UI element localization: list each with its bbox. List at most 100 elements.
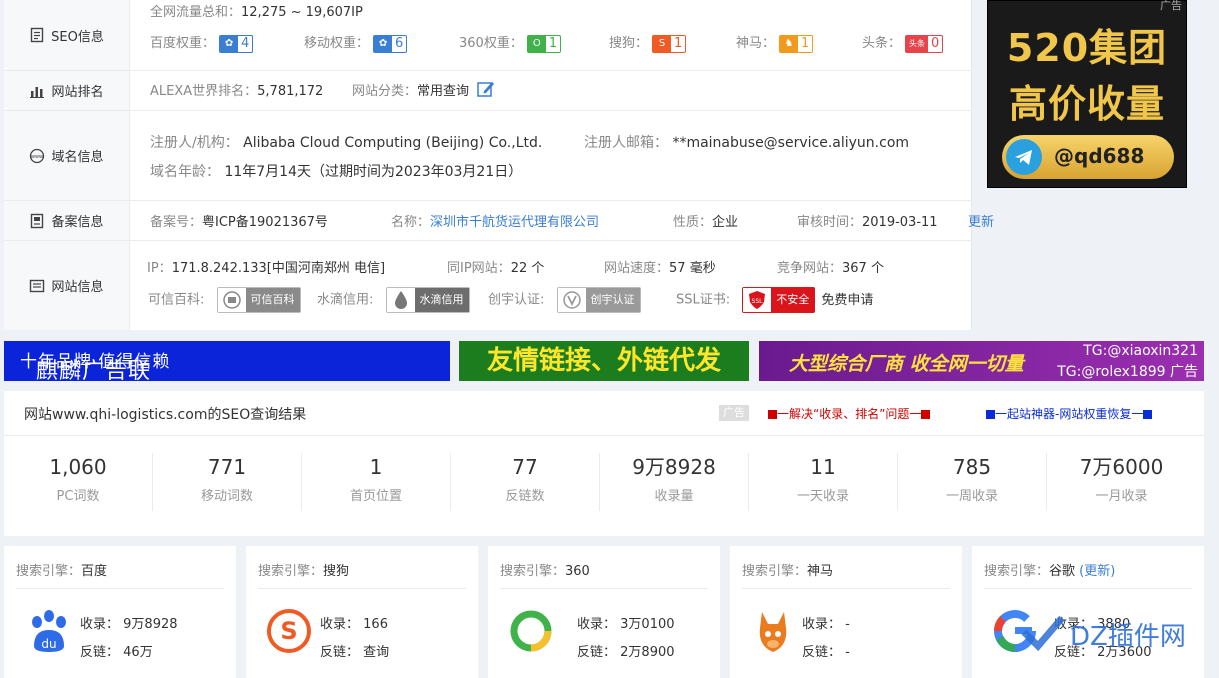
google-update-link[interactable]: (更新) (1079, 564, 1115, 579)
svg-text:www: www (31, 154, 43, 160)
edit-icon[interactable] (477, 80, 495, 98)
chuangyu-badge[interactable]: 创宇认证 (556, 287, 641, 313)
stat-indexed[interactable]: 9万8928 收录量 (600, 453, 749, 511)
row-label-seo: SEO信息 (4, 0, 130, 70)
stat-month-indexed[interactable]: 7万6000 一月收录 (1047, 453, 1196, 511)
icp-date: 审核时间：2019-03-11 (797, 211, 938, 230)
icp-row: 备案信息 备案号：粤ICP备19021367号 名称：深圳市千航货运代理有限公司… (4, 201, 994, 241)
telegram-icon (1006, 139, 1042, 175)
blue-link-text: 一起站神器-网站权重恢复一 (995, 407, 1144, 421)
engine-prefix: 搜索引擎： (16, 564, 82, 579)
sogou-weight[interactable]: 搜狗： S 1 (609, 32, 687, 53)
360-weight-badge[interactable]: O1 (526, 34, 562, 53)
row-label-text: 域名信息 (51, 150, 104, 165)
row-label-text: 网站排名 (51, 85, 104, 100)
ad-520-group[interactable]: 广告 520集团 高价收量 @qd688 (987, 0, 1187, 188)
blue-ad-link[interactable]: 一起站神器-网站权重恢复一 (986, 405, 1153, 422)
toutiao-weight[interactable]: 头条： 头条 0 (862, 32, 944, 53)
stat-pc-words[interactable]: 1,060 PC词数 (4, 453, 153, 511)
seo-result-header: 网站www.qhi-logistics.com的SEO查询结果 广告 一解决“收… (4, 391, 1204, 436)
backlinks-value: 2万8900 (620, 645, 675, 660)
stat-mobile-words[interactable]: 771 移动词数 (153, 453, 302, 511)
stat-backlinks[interactable]: 77 反链数 (451, 453, 600, 511)
weight-value: 4 (241, 36, 250, 51)
row-label-text: 网站信息 (51, 280, 104, 295)
weight-label: 移动权重： (304, 36, 370, 51)
seo-result-panel: 网站www.qhi-logistics.com的SEO查询结果 广告 一解决“收… (4, 391, 1204, 536)
ssl-badge-text: 不安全 (771, 288, 815, 312)
icp-name: 名称：深圳市千航货运代理有限公司 (391, 211, 599, 230)
banner3-left: 大型综合厂商 收全网一切量 (789, 353, 1024, 375)
red-ad-link[interactable]: 一解决“收录、排名”问题一 (768, 405, 931, 422)
toutiao-weight-badge[interactable]: 头条 0 (905, 34, 944, 53)
backlinks-value: - (845, 645, 850, 660)
shenma-weight[interactable]: 神马： ♞ 1 (736, 32, 814, 53)
stat-label: 一周收录 (945, 489, 998, 504)
stat-day-indexed[interactable]: 11 一天收录 (749, 453, 898, 511)
banner3-tg1: TG:@xiaoxin321 (1083, 343, 1198, 359)
dz-watermark-text: DZ插件网 (1070, 622, 1186, 652)
stat-number: 785 (952, 455, 992, 479)
icp-date-label: 审核时间： (797, 215, 863, 230)
engine-indexed: 收录： 9万8928 (80, 613, 178, 632)
indexed-label: 收录： (577, 617, 617, 632)
svg-text:S: S (280, 617, 297, 645)
stat-number: 77 (512, 455, 538, 479)
backlinks-value[interactable]: 查询 (363, 645, 389, 660)
weight-label: 360权重： (459, 36, 523, 51)
site-row: 网站信息 IP：171.8.242.133[中国河南郑州 电信] 同IP网站：2… (4, 241, 971, 330)
mobile-weight-badge[interactable]: ✿ 6 (373, 34, 408, 53)
backlinks-value: 46万 (123, 645, 153, 660)
chuangyu-cert: 创宇认证: 创宇认证 (488, 287, 641, 313)
icp-company-link[interactable]: 深圳市千航货运代理有限公司 (430, 215, 599, 230)
divider (984, 588, 1192, 589)
engine-card-shenma: 搜索引擎：神马 收录： - 反链： - (730, 546, 962, 678)
stat-label: 收录量 (654, 489, 694, 504)
stat-label: 反链数 (505, 489, 545, 504)
water-drop-icon (387, 288, 415, 312)
kexin-shield-icon (218, 288, 246, 312)
stat-homepage-position[interactable]: 1 首页位置 (302, 453, 451, 511)
engine-indexed: 收录： - (802, 613, 850, 632)
engine-indexed: 收录： 3万0100 (577, 613, 675, 632)
360-weight[interactable]: 360权重： O 1 (459, 32, 562, 53)
sogou-weight-badge[interactable]: S1 (652, 34, 687, 53)
stat-label: 一天收录 (796, 489, 849, 504)
engine-backlinks: 反链： 查询 (320, 641, 389, 660)
backlinks-label: 反链： (802, 645, 842, 660)
engine-prefix: 搜索引擎： (984, 564, 1050, 579)
weight-label: 头条： (862, 36, 902, 51)
banner-traffic-ad[interactable]: 大型综合厂商 收全网一切量 TG:@xiaoxin321 TG:@rolex18… (759, 341, 1204, 381)
email-label: 注册人邮箱： (584, 135, 668, 151)
divider (742, 588, 950, 589)
baidu-weight-badge[interactable]: ✿ 4 (219, 34, 254, 53)
shuidi-badge[interactable]: 水滴信用 (385, 287, 470, 313)
ssl-badge[interactable]: SSL 不安全 (742, 287, 816, 313)
compete-label: 竞争网站： (777, 261, 843, 276)
kexin-badge[interactable]: 可信百科 (216, 287, 301, 313)
engine-backlinks: 反链： - (802, 641, 850, 660)
icp-update-link[interactable]: 更新 (968, 211, 994, 230)
shenma-weight-badge[interactable]: ♞ 1 (779, 34, 814, 53)
registrant-value: Alibaba Cloud Computing (Beijing) Co.,Lt… (243, 135, 543, 151)
engine-heading: 搜索引擎：360 (500, 560, 590, 579)
compete-value: 367 个 (842, 261, 884, 276)
ip-info: IP：171.8.242.133[中国河南郑州 电信] (147, 257, 385, 276)
banner3-tg2: TG:@rolex1899 广告 (1057, 364, 1198, 380)
ssl-apply-link[interactable]: 免费申请 (821, 293, 873, 308)
baidu-weight[interactable]: 百度权重： ✿ 4 (150, 32, 254, 53)
banner-friend-links-ad[interactable]: 友情链接、外链代发 (459, 341, 749, 381)
engine-backlinks: 反链： 46万 (80, 641, 153, 660)
banner-qilin-ad[interactable]: 麒麟广告联盟 70Z.COM 十年品牌 值得信赖 (4, 341, 450, 381)
registrant: 注册人/机构： Alibaba Cloud Computing (Beijing… (150, 132, 542, 152)
stat-week-indexed[interactable]: 785 一周收录 (898, 453, 1047, 511)
stat-number: 1 (369, 455, 383, 479)
site-list-icon (30, 279, 45, 292)
stat-number: 771 (207, 455, 247, 479)
weight-label: 搜狗： (609, 36, 649, 51)
weight-value: 6 (395, 36, 404, 51)
ad-telegram-button[interactable]: @qd688 (1002, 135, 1174, 179)
same-ip-sites: 同IP网站：22 个 (447, 257, 544, 276)
mobile-weight[interactable]: 移动权重： ✿ 6 (304, 32, 408, 53)
shenma-horse-icon (759, 612, 787, 652)
